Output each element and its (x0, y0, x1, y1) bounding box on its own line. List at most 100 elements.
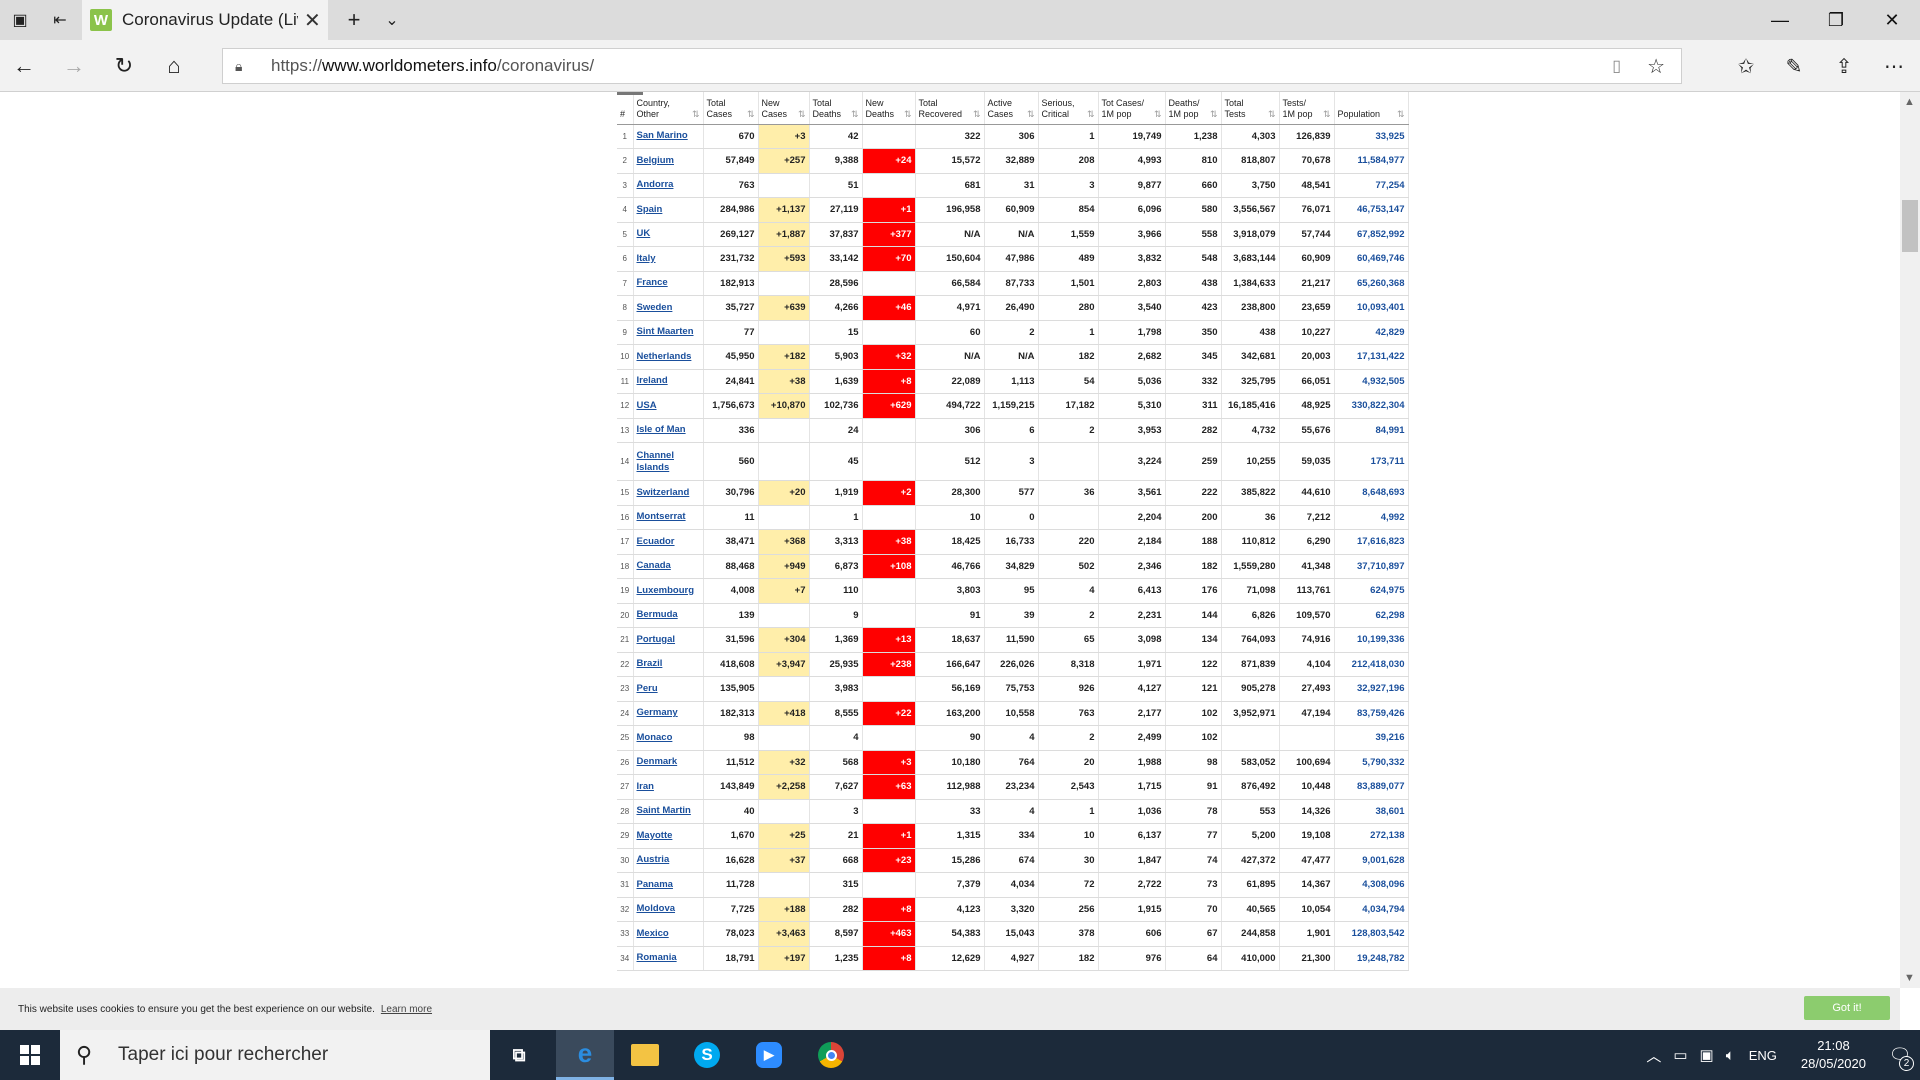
country-link[interactable]: Channel Islands (633, 442, 704, 481)
country-link[interactable]: Andorra (633, 173, 704, 198)
table-cell: 47,194 (1279, 701, 1335, 726)
column-header[interactable]: New Cases ⇅ (758, 92, 810, 125)
country-link[interactable]: Netherlands (633, 344, 704, 370)
country-link[interactable]: Canada (633, 554, 704, 579)
reading-view-icon[interactable]: ▯ (1612, 56, 1621, 76)
scrollbar-thumb[interactable] (1902, 200, 1918, 252)
language-indicator[interactable]: ENG (1749, 1048, 1777, 1063)
column-header[interactable]: Total Cases ⇅ (703, 92, 759, 125)
volume-icon[interactable]: 🔈︎ (1726, 1047, 1735, 1064)
country-link[interactable]: Bermuda (633, 603, 704, 628)
column-header[interactable]: Tot Cases/ 1M pop ⇅ (1098, 92, 1166, 125)
country-link[interactable]: Switzerland (633, 480, 704, 506)
country-link[interactable]: Brazil (633, 652, 704, 677)
country-link[interactable]: Sint Maarten (633, 320, 704, 345)
chrome-icon[interactable] (802, 1030, 860, 1080)
task-view-icon[interactable]: ⧉ (490, 1030, 548, 1080)
country-link[interactable]: Saint Martin (633, 799, 704, 824)
table-cell: 56,169 (915, 676, 985, 702)
country-link[interactable]: Mexico (633, 921, 704, 947)
back-icon[interactable]: ← (10, 52, 38, 80)
restore-icon[interactable]: ❐ (1808, 0, 1864, 40)
address-bar[interactable]: 🔒︎ https://www.worldometers.info/coronav… (222, 48, 1682, 84)
country-link[interactable]: Ireland (633, 369, 704, 394)
country-link[interactable]: Monaco (633, 725, 704, 751)
tab-active[interactable]: W Coronavirus Update (Liv ✕ (82, 0, 328, 40)
country-link[interactable]: Italy (633, 246, 704, 272)
table-cell: 1,238 (1165, 124, 1222, 149)
favorites-list-icon[interactable]: ✩ (1732, 52, 1760, 80)
forward-icon[interactable]: → (60, 52, 88, 80)
population-cell: 11,584,977 (1334, 148, 1409, 174)
windows-start-icon[interactable] (0, 1030, 60, 1080)
country-link[interactable]: France (633, 271, 704, 296)
country-link[interactable]: Isle of Man (633, 418, 704, 443)
scroll-down-icon[interactable]: ▼ (1904, 972, 1915, 984)
column-header[interactable]: Tests/ 1M pop ⇅ (1279, 92, 1335, 125)
set-aside-tabs-icon[interactable]: ⇤ (46, 6, 74, 34)
more-icon[interactable]: ⋯ (1880, 52, 1908, 80)
new-deaths-cell (862, 124, 916, 149)
notification-icon[interactable]: 🗨︎ 2 (1880, 1030, 1920, 1080)
skype-icon[interactable]: S (678, 1030, 736, 1080)
battery-icon[interactable]: ▭ (1673, 1046, 1687, 1064)
scroll-up-icon[interactable]: ▲ (1904, 96, 1915, 108)
refresh-icon[interactable]: ↻ (110, 52, 138, 80)
taskbar-search[interactable]: ⚲ Taper ici pour rechercher (60, 1030, 490, 1080)
country-link[interactable]: Belgium (633, 148, 704, 174)
table-cell: 74 (1165, 848, 1222, 873)
country-link[interactable]: Peru (633, 676, 704, 702)
country-link[interactable]: USA (633, 393, 704, 419)
country-link[interactable]: Romania (633, 946, 704, 971)
column-header[interactable]: Total Recovered ⇅ (915, 92, 985, 125)
network-icon[interactable]: ▣ (1700, 1046, 1714, 1064)
new-tab-icon[interactable]: + (340, 6, 368, 34)
tray-chevron-icon[interactable]: ︿ (1646, 1045, 1661, 1066)
edge-app-icon[interactable]: e (556, 1030, 614, 1080)
table-cell: 1,798 (1098, 320, 1166, 345)
country-link[interactable]: Sweden (633, 295, 704, 321)
tab-list-chevron-icon[interactable]: ⌄ (378, 6, 406, 34)
rank-cell: 9 (617, 320, 634, 345)
close-window-icon[interactable]: ✕ (1864, 0, 1920, 40)
pen-icon[interactable]: ✎ (1780, 52, 1808, 80)
share-icon[interactable]: ⇪ (1830, 52, 1858, 80)
learn-more-link[interactable]: Learn more (381, 1004, 432, 1015)
got-it-button[interactable]: Got it! (1804, 996, 1890, 1020)
clock[interactable]: 21:08 28/05/2020 (1801, 1037, 1866, 1073)
tab-manager-icon[interactable]: ▣ (6, 6, 34, 34)
country-link[interactable]: Moldova (633, 897, 704, 922)
column-header[interactable]: New Deaths ⇅ (862, 92, 916, 125)
country-link[interactable]: San Marino (633, 124, 704, 149)
home-icon[interactable]: ⌂ (160, 52, 188, 80)
close-tab-icon[interactable]: ✕ (304, 8, 321, 33)
country-link[interactable]: Germany (633, 701, 704, 726)
file-explorer-icon[interactable] (616, 1030, 674, 1080)
country-link[interactable]: Spain (633, 197, 704, 223)
column-header[interactable]: Active Cases ⇅ (984, 92, 1039, 125)
country-link[interactable]: Luxembourg (633, 578, 704, 604)
column-header[interactable]: Country, Other ⇅ (633, 92, 704, 125)
country-link[interactable]: Montserrat (633, 505, 704, 530)
minimize-icon[interactable]: — (1752, 0, 1808, 40)
country-link[interactable]: UK (633, 222, 704, 247)
country-link[interactable]: Austria (633, 848, 704, 873)
table-cell: 336 (703, 418, 759, 443)
column-header[interactable]: Deaths/ 1M pop ⇅ (1165, 92, 1222, 125)
page-scrollbar[interactable]: ▲ ▼ (1900, 92, 1920, 988)
zoom-icon[interactable]: ▶ (740, 1030, 798, 1080)
column-header[interactable]: Serious, Critical ⇅ (1038, 92, 1099, 125)
country-link[interactable]: Ecuador (633, 529, 704, 555)
country-link[interactable]: Mayotte (633, 823, 704, 849)
column-header[interactable]: # (617, 92, 634, 125)
country-link[interactable]: Denmark (633, 750, 704, 775)
favorite-star-icon[interactable]: ☆ (1647, 54, 1665, 79)
column-header[interactable]: Total Deaths ⇅ (809, 92, 863, 125)
column-header[interactable]: Population ⇅ (1334, 92, 1409, 125)
new-cases-cell (758, 872, 810, 898)
table-cell: 40,565 (1221, 897, 1280, 922)
country-link[interactable]: Iran (633, 774, 704, 800)
country-link[interactable]: Portugal (633, 627, 704, 653)
column-header[interactable]: Total Tests ⇅ (1221, 92, 1280, 125)
country-link[interactable]: Panama (633, 872, 704, 898)
